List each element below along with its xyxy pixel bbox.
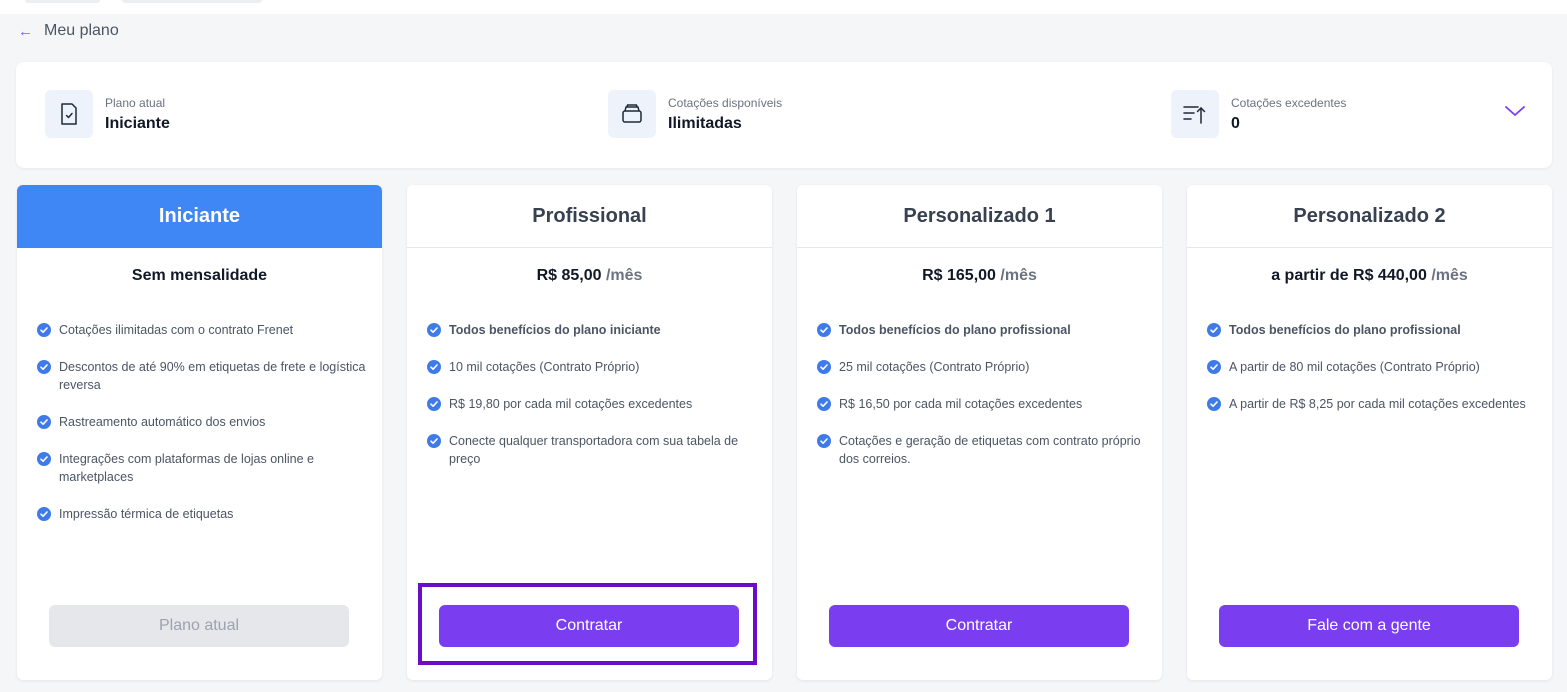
top-bar xyxy=(0,0,1567,14)
chevron-down-icon[interactable] xyxy=(1504,104,1526,123)
contract-button[interactable]: Contratar xyxy=(439,605,739,647)
feature-item: Rastreamento automático dos envios xyxy=(37,413,366,431)
check-circle-icon xyxy=(37,323,51,337)
sort-up-icon xyxy=(1171,90,1219,138)
check-circle-icon xyxy=(1207,360,1221,374)
price-period: /mês xyxy=(605,267,643,284)
feature-list: Todos benefícios do plano profissional A… xyxy=(1207,321,1536,432)
feature-item: Todos benefícios do plano profissional xyxy=(817,321,1146,339)
current-plan-button: Plano atual xyxy=(49,605,349,647)
feature-item: Cotações e geração de etiquetas com cont… xyxy=(817,432,1146,468)
feature-item: Descontos de até 90% em etiquetas de fre… xyxy=(37,358,366,394)
feature-list: Todos benefícios do plano iniciante 10 m… xyxy=(427,321,756,487)
check-circle-icon xyxy=(37,507,51,521)
feature-text: 25 mil cotações (Contrato Próprio) xyxy=(839,360,1030,374)
excess-quotes-label: Cotações excedentes xyxy=(1231,95,1347,110)
feature-text: A partir de 80 mil cotações (Contrato Pr… xyxy=(1229,360,1480,374)
check-circle-icon xyxy=(427,397,441,411)
plan-card-iniciante: Iniciante Sem mensalidade Cotações ilimi… xyxy=(17,185,382,680)
feature-text: Todos benefícios do plano profissional xyxy=(1229,323,1461,337)
plan-name: Personalizado 1 xyxy=(797,185,1162,248)
available-quotes-value: Ilimitadas xyxy=(668,114,742,132)
feature-item: 25 mil cotações (Contrato Próprio) xyxy=(817,358,1146,376)
summary-available-quotes: Cotações disponíveis Ilimitadas xyxy=(608,90,782,138)
back-arrow-icon[interactable]: ← xyxy=(18,24,33,39)
feature-item: A partir de 80 mil cotações (Contrato Pr… xyxy=(1207,358,1536,376)
feature-text: Integrações com plataformas de lojas onl… xyxy=(59,452,315,484)
current-plan-label: Plano atual xyxy=(105,95,166,110)
price-value: R$ 85,00 xyxy=(536,267,602,284)
feature-item: 10 mil cotações (Contrato Próprio) xyxy=(427,358,756,376)
check-circle-icon xyxy=(427,434,441,448)
back-link[interactable]: ← Meu plano xyxy=(18,20,119,42)
feature-item: Todos benefícios do plano profissional xyxy=(1207,321,1536,339)
feature-item: R$ 16,50 por cada mil cotações excedente… xyxy=(817,395,1146,413)
summary-excess-quotes: Cotações excedentes 0 xyxy=(1171,90,1346,138)
summary-current-plan: Plano atual Iniciante xyxy=(45,90,170,138)
plan-card-personalizado-1: Personalizado 1 R$ 165,00 /mês Todos ben… xyxy=(797,185,1162,680)
feature-item: Impressão térmica de etiquetas xyxy=(37,505,366,523)
check-circle-icon xyxy=(817,397,831,411)
tab-stub xyxy=(25,0,100,3)
feature-item: Todos benefícios do plano iniciante xyxy=(427,321,756,339)
price-value: R$ 165,00 xyxy=(922,267,996,284)
price-value: R$ 440,00 xyxy=(1353,267,1427,284)
feature-text: Todos benefícios do plano iniciante xyxy=(449,323,661,337)
check-circle-icon xyxy=(1207,323,1221,337)
check-circle-icon xyxy=(817,434,831,448)
plan-price: a partir de R$ 440,00 /mês xyxy=(1187,267,1552,285)
plan-name: Personalizado 2 xyxy=(1187,185,1552,248)
page-title: Meu plano xyxy=(44,22,119,39)
feature-text: Impressão térmica de etiquetas xyxy=(59,507,234,521)
price-period: /mês xyxy=(1000,267,1037,284)
feature-text: A partir de R$ 8,25 por cada mil cotaçõe… xyxy=(1229,397,1526,411)
plan-summary-panel: Plano atual Iniciante Cotações disponíve… xyxy=(16,62,1552,168)
price-value: Sem mensalidade xyxy=(131,267,268,284)
feature-item: A partir de R$ 8,25 por cada mil cotaçõe… xyxy=(1207,395,1536,413)
check-circle-icon xyxy=(817,323,831,337)
feature-text: Cotações ilimitadas com o contrato Frene… xyxy=(59,323,294,337)
excess-quotes-value: 0 xyxy=(1231,114,1240,132)
feature-item: Conecte qualquer transportadora com sua … xyxy=(427,432,756,468)
plan-name: Iniciante xyxy=(17,185,382,248)
stack-icon xyxy=(608,90,656,138)
feature-text: Descontos de até 90% em etiquetas de fre… xyxy=(59,360,366,392)
feature-text: Rastreamento automático dos envios xyxy=(59,415,266,429)
contact-us-button[interactable]: Fale com a gente xyxy=(1219,605,1519,647)
feature-text: 10 mil cotações (Contrato Próprio) xyxy=(449,360,640,374)
plan-price: R$ 85,00 /mês xyxy=(407,267,772,285)
feature-text: R$ 19,80 por cada mil cotações excedente… xyxy=(449,397,693,411)
feature-text: Cotações e geração de etiquetas com cont… xyxy=(839,434,1141,466)
feature-text: R$ 16,50 por cada mil cotações excedente… xyxy=(839,397,1083,411)
check-circle-icon xyxy=(427,323,441,337)
check-circle-icon xyxy=(427,360,441,374)
check-circle-icon xyxy=(1207,397,1221,411)
feature-list: Todos benefícios do plano profissional 2… xyxy=(817,321,1146,487)
check-circle-icon xyxy=(37,415,51,429)
current-plan-value: Iniciante xyxy=(105,114,170,132)
check-circle-icon xyxy=(37,360,51,374)
plan-price: Sem mensalidade xyxy=(17,267,382,285)
check-circle-icon xyxy=(37,452,51,466)
document-check-icon xyxy=(45,90,93,138)
contract-button[interactable]: Contratar xyxy=(829,605,1129,647)
price-period: /mês xyxy=(1431,267,1468,284)
check-circle-icon xyxy=(817,360,831,374)
feature-list: Cotações ilimitadas com o contrato Frene… xyxy=(37,321,366,542)
feature-item: Integrações com plataformas de lojas onl… xyxy=(37,450,366,486)
plan-price: R$ 165,00 /mês xyxy=(797,267,1162,285)
available-quotes-label: Cotações disponíveis xyxy=(668,95,783,110)
feature-text: Conecte qualquer transportadora com sua … xyxy=(449,434,739,466)
tab-stub xyxy=(122,0,262,3)
feature-item: R$ 19,80 por cada mil cotações excedente… xyxy=(427,395,756,413)
price-prefix: a partir de xyxy=(1271,267,1354,284)
plan-card-personalizado-2: Personalizado 2 a partir de R$ 440,00 /m… xyxy=(1187,185,1552,680)
feature-item: Cotações ilimitadas com o contrato Frene… xyxy=(37,321,366,339)
feature-text: Todos benefícios do plano profissional xyxy=(839,323,1071,337)
plan-card-profissional: Profissional R$ 85,00 /mês Todos benefíc… xyxy=(407,185,772,680)
plan-name: Profissional xyxy=(407,185,772,248)
